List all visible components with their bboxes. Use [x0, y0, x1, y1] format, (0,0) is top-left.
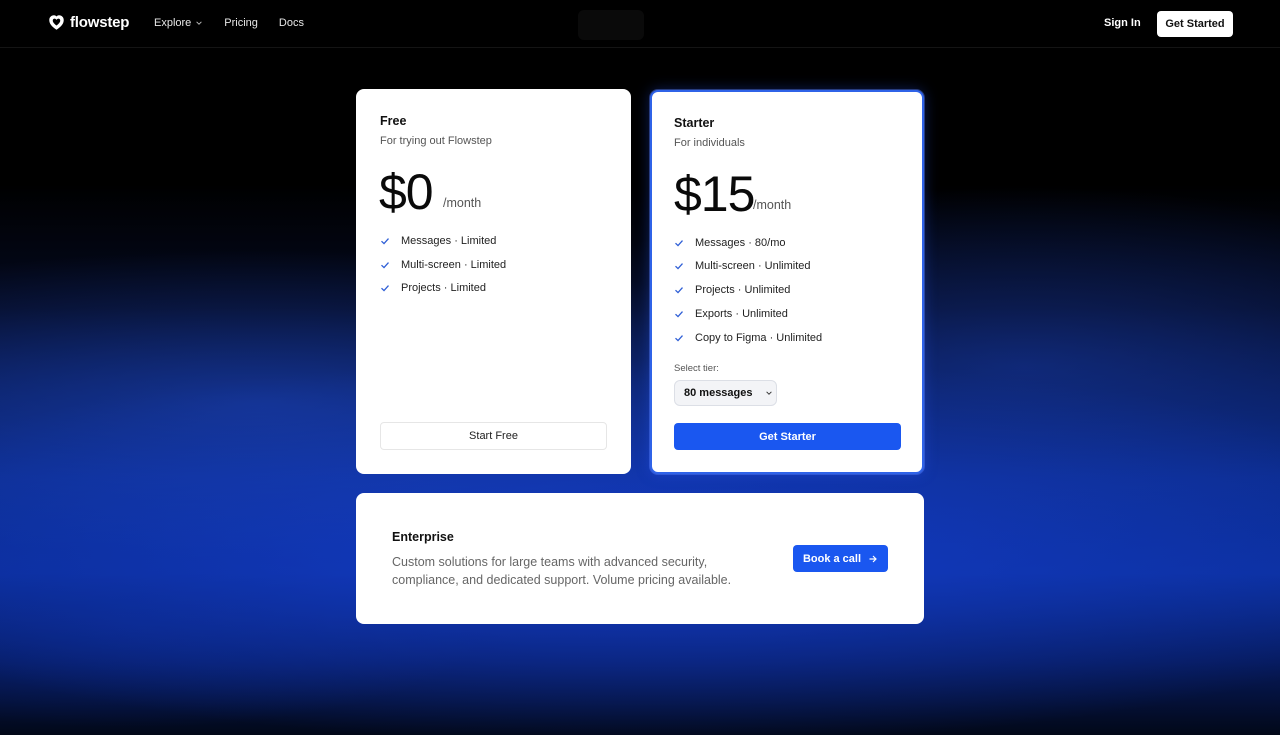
check-icon	[381, 285, 389, 292]
brand-name: flowstep	[70, 14, 130, 31]
feature-item: Copy to Figma · Unlimited	[674, 332, 822, 344]
nav-explore-label: Explore	[154, 17, 192, 29]
check-icon	[675, 287, 683, 294]
tier-label: Select tier:	[674, 363, 719, 374]
plan-description: For trying out Flowstep	[380, 135, 492, 147]
top-navbar: flowstep Explore Pricing Docs Sign In Ge…	[0, 0, 1280, 48]
arrow-right-icon	[869, 555, 877, 562]
plan-price: $0	[379, 164, 434, 220]
brand-logo[interactable]: flowstep	[48, 14, 129, 31]
sign-in-link[interactable]: Sign In	[1104, 17, 1141, 29]
plan-card-starter: Starter For individuals $15 /month Messa…	[650, 90, 924, 474]
plan-period: /month	[753, 198, 792, 212]
book-call-button[interactable]: Book a call	[793, 545, 888, 572]
plan-card-free: Free For trying out Flowstep $0 /month M…	[356, 89, 631, 474]
nav-center-placeholder	[578, 10, 644, 40]
heart-shield-icon	[49, 15, 64, 30]
tier-select[interactable]: 80 messages	[674, 380, 777, 406]
start-free-button[interactable]: Start Free	[380, 422, 607, 450]
enterprise-title: Enterprise	[392, 530, 454, 544]
check-icon	[675, 263, 683, 270]
feature-item: Messages · 80/mo	[674, 237, 785, 249]
feature-item: Projects · Unlimited	[674, 284, 790, 296]
feature-item: Projects · Limited	[380, 282, 486, 294]
nav-pricing[interactable]: Pricing	[224, 17, 258, 29]
nav-links: Explore Pricing Docs	[154, 17, 325, 29]
plan-name: Starter	[674, 116, 715, 130]
enterprise-description: Custom solutions for large teams with ad…	[392, 555, 732, 587]
feature-label: Exports · Unlimited	[695, 308, 788, 320]
check-icon	[675, 335, 683, 342]
plan-period: /month	[443, 196, 482, 210]
get-started-button[interactable]: Get Started	[1157, 11, 1233, 37]
feature-item: Messages · Limited	[380, 235, 496, 247]
nav-explore[interactable]: Explore	[154, 17, 203, 29]
feature-label: Multi-screen · Unlimited	[695, 260, 811, 272]
chevron-down-icon	[765, 391, 772, 395]
feature-item: Exports · Unlimited	[674, 308, 788, 320]
book-call-label: Book a call	[802, 552, 862, 565]
hero-background	[0, 0, 1280, 735]
feature-item: Multi-screen · Limited	[380, 259, 506, 271]
feature-label: Messages · Limited	[401, 235, 497, 247]
plan-name: Free	[380, 114, 407, 128]
plan-price: $15	[674, 166, 755, 222]
feature-label: Copy to Figma · Unlimited	[695, 332, 823, 344]
plan-description: For individuals	[674, 137, 745, 149]
tier-select-value: 80 messages	[684, 387, 753, 399]
enterprise-card: Enterprise Custom solutions for large te…	[356, 493, 924, 624]
check-icon	[381, 238, 389, 245]
check-icon	[675, 240, 683, 247]
get-starter-button[interactable]: Get Starter	[674, 423, 901, 450]
feature-label: Projects · Limited	[401, 282, 486, 294]
feature-label: Messages · 80/mo	[695, 237, 786, 249]
check-icon	[381, 262, 389, 269]
chevron-down-icon	[196, 21, 203, 25]
feature-item: Multi-screen · Unlimited	[674, 260, 811, 272]
feature-label: Multi-screen · Limited	[401, 259, 507, 271]
nav-docs[interactable]: Docs	[279, 17, 304, 29]
feature-label: Projects · Unlimited	[695, 284, 791, 296]
check-icon	[675, 311, 683, 318]
